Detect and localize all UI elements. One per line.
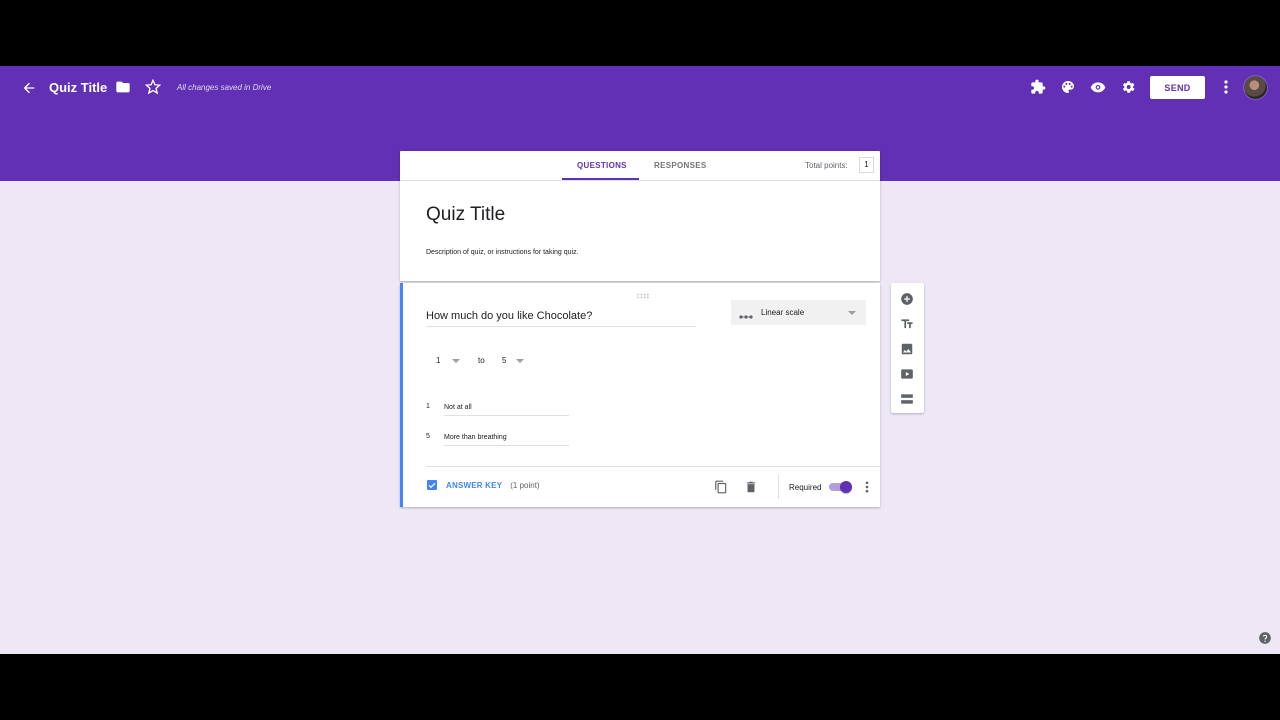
- scale-label-row: 5 More than breathing: [426, 433, 576, 447]
- tab-responses[interactable]: RESPONSES: [654, 161, 707, 170]
- form-header-card: QUESTIONS RESPONSES Total points: 1 Quiz…: [400, 151, 880, 281]
- add-video-icon[interactable]: [899, 366, 915, 382]
- scale-label-input[interactable]: More than breathing: [444, 434, 569, 446]
- settings-gear-icon[interactable]: [1118, 77, 1138, 97]
- star-icon[interactable]: [143, 77, 163, 97]
- required-label: Required: [789, 483, 822, 492]
- footer-divider: [778, 475, 779, 499]
- add-image-icon[interactable]: [899, 341, 915, 357]
- add-title-icon[interactable]: [899, 316, 915, 332]
- range-to-label: to: [478, 356, 485, 365]
- back-arrow-icon[interactable]: [18, 77, 40, 99]
- linear-scale-icon: [739, 308, 753, 326]
- question-points: (1 point): [510, 480, 540, 490]
- question-title-input[interactable]: How much do you like Chocolate?: [426, 310, 696, 327]
- scale-label-row: 1 Not at all: [426, 403, 576, 417]
- top-toolbar: Quiz Title All changes saved in Drive SE…: [0, 66, 1280, 110]
- answer-key-label: ANSWER KEY: [446, 480, 503, 490]
- toggle-thumb: [840, 481, 852, 493]
- question-footer: ANSWER KEY (1 point) Required: [426, 466, 880, 507]
- letterbox-bottom: [0, 654, 1280, 720]
- scale-label-number: 1: [426, 403, 430, 410]
- form-title[interactable]: Quiz Title: [49, 80, 107, 95]
- quiz-title[interactable]: Quiz Title: [426, 204, 505, 226]
- question-type-label: Linear scale: [761, 308, 805, 317]
- scale-label-number: 5: [426, 433, 430, 440]
- range-max-chevron-icon[interactable]: [516, 359, 524, 363]
- scale-label-input[interactable]: Not at all: [444, 404, 569, 416]
- answer-key-check-icon: [427, 480, 437, 490]
- forms-app: Quiz Title All changes saved in Drive SE…: [0, 66, 1280, 654]
- total-points-label: Total points:: [805, 161, 848, 170]
- range-min-select[interactable]: 1: [436, 356, 440, 365]
- required-toggle[interactable]: [829, 481, 853, 493]
- avatar[interactable]: [1243, 75, 1268, 100]
- question-card[interactable]: How much do you like Chocolate? Linear s…: [400, 283, 880, 507]
- more-vert-icon[interactable]: [1218, 77, 1234, 97]
- drag-handle-icon[interactable]: [636, 286, 650, 299]
- question-type-select[interactable]: Linear scale: [731, 300, 866, 325]
- add-question-icon[interactable]: [899, 291, 915, 307]
- preview-eye-icon[interactable]: [1088, 77, 1108, 97]
- answer-key-button[interactable]: ANSWER KEY (1 point): [426, 479, 540, 491]
- letterbox-top: [0, 0, 1280, 66]
- total-points-value: 1: [859, 157, 874, 173]
- duplicate-icon[interactable]: [713, 479, 729, 495]
- range-max-select[interactable]: 5: [502, 356, 506, 365]
- side-toolbar: [891, 283, 924, 413]
- range-min-chevron-icon[interactable]: [452, 359, 460, 363]
- form-area: QUESTIONS RESPONSES Total points: 1 Quiz…: [400, 151, 880, 507]
- addons-puzzle-icon[interactable]: [1028, 77, 1048, 97]
- add-section-icon[interactable]: [899, 391, 915, 407]
- question-more-vert-icon[interactable]: [862, 479, 872, 495]
- tab-questions[interactable]: QUESTIONS: [577, 161, 627, 170]
- help-icon[interactable]: [1257, 630, 1272, 645]
- send-button[interactable]: SEND: [1150, 76, 1205, 99]
- save-status: All changes saved in Drive: [177, 83, 272, 92]
- tab-bar: QUESTIONS RESPONSES Total points: 1: [400, 151, 880, 181]
- palette-icon[interactable]: [1058, 77, 1078, 97]
- chevron-down-icon: [848, 311, 856, 315]
- active-tab-indicator: [562, 178, 639, 180]
- folder-icon[interactable]: [113, 77, 133, 97]
- quiz-description[interactable]: Description of quiz, or instructions for…: [426, 249, 579, 256]
- trash-icon[interactable]: [743, 479, 759, 495]
